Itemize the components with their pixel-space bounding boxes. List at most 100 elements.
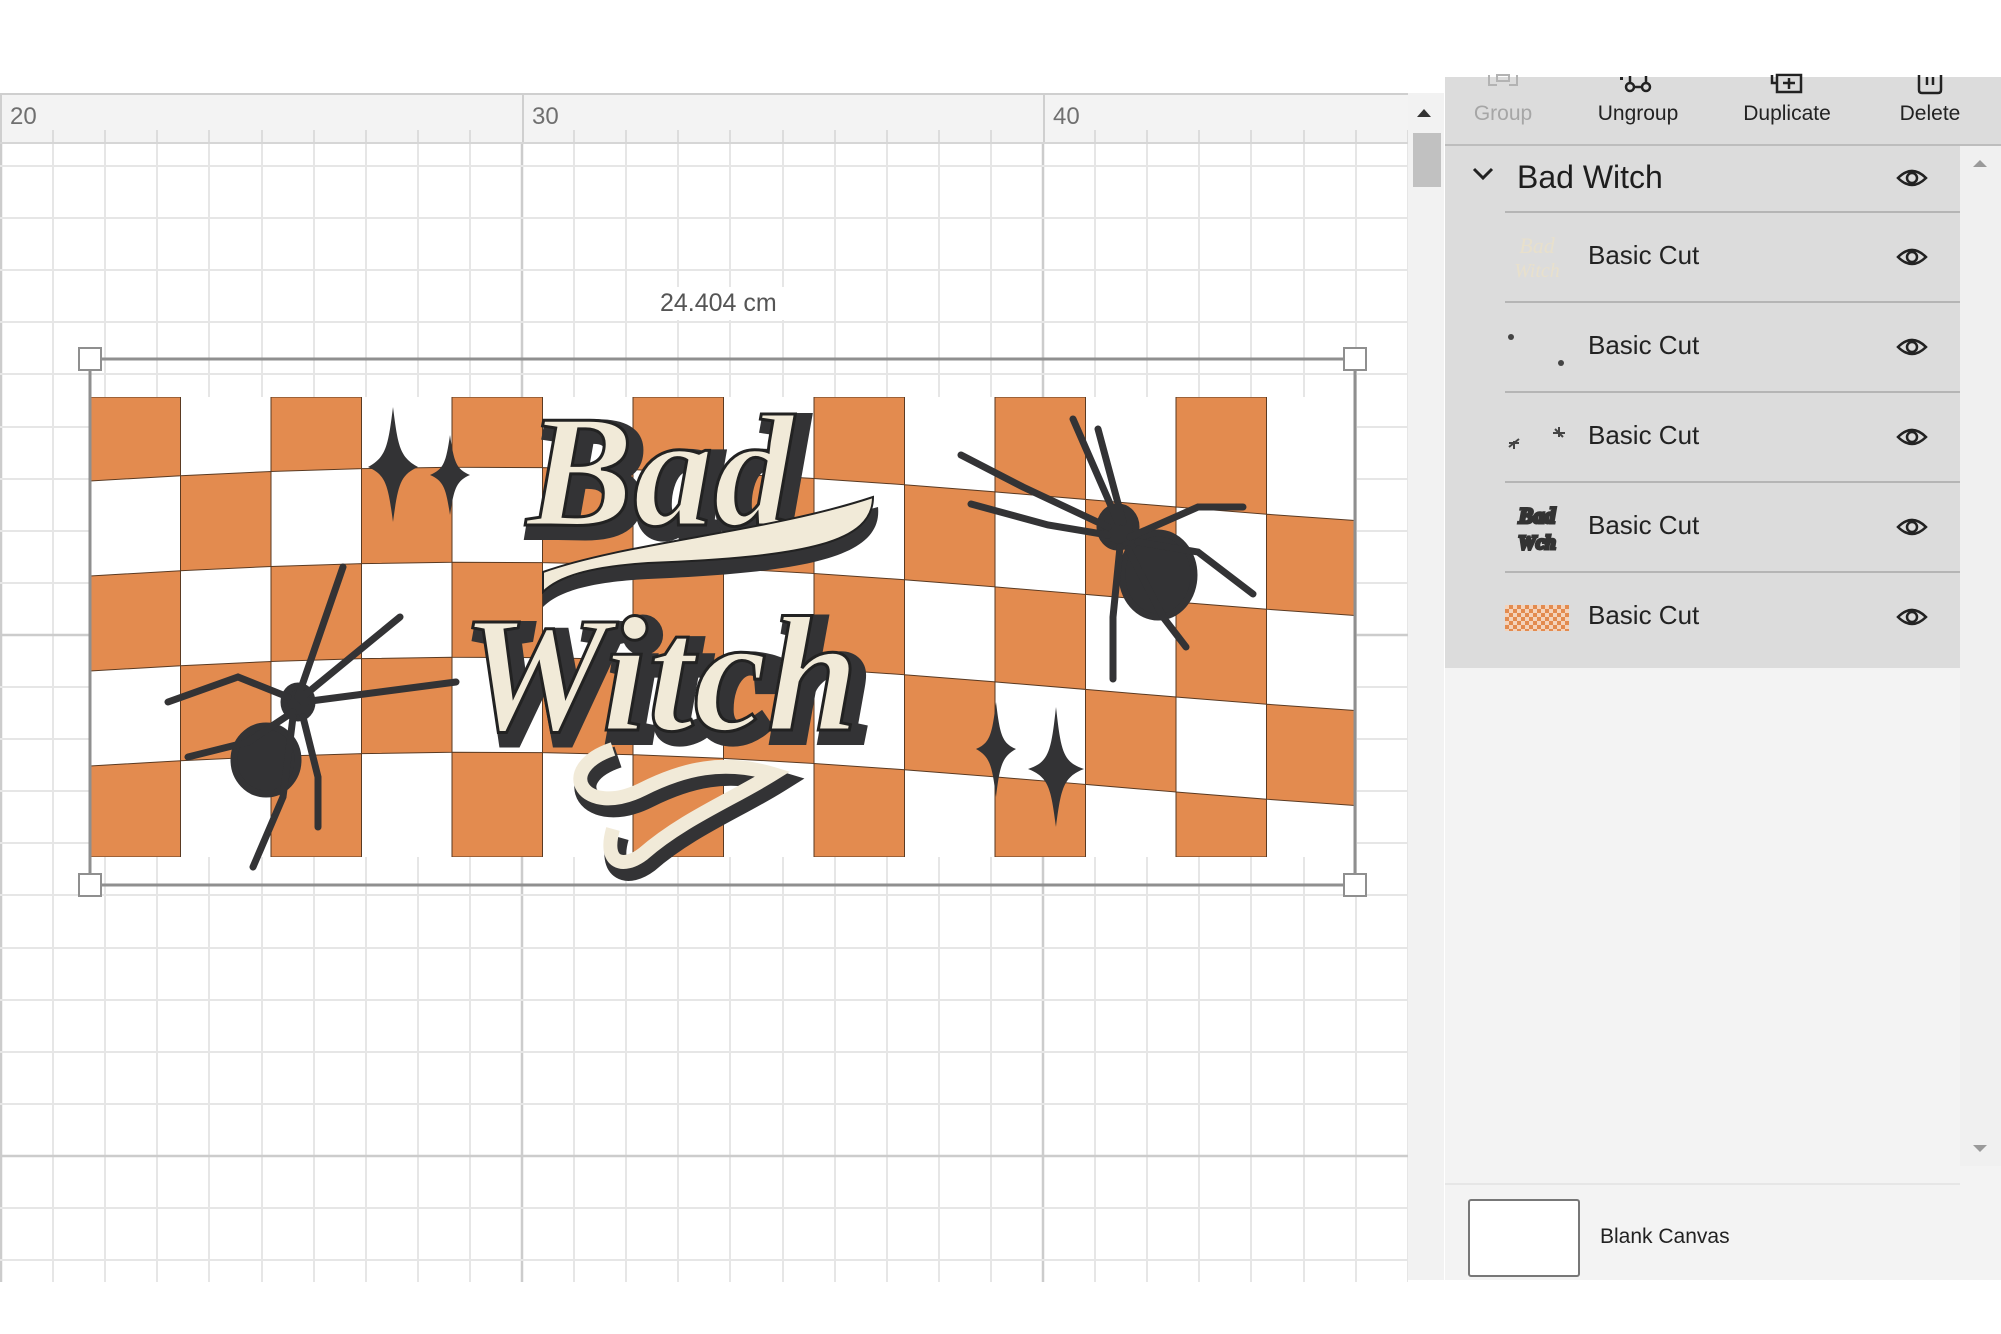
- ruler-minor-tick: [52, 130, 54, 142]
- canvas-background-selector[interactable]: Blank Canvas: [1445, 1183, 1960, 1282]
- ruler-minor-tick: [834, 130, 836, 142]
- scrollbar-thumb[interactable]: [1413, 133, 1441, 187]
- checker-square: [361, 656, 453, 755]
- checker-square: [813, 397, 905, 486]
- layer-item[interactable]: Bad Witch Basic Cut: [1505, 211, 1960, 303]
- layer-thumbnail-dark-lettering: Bad Wch: [1516, 502, 1558, 556]
- ruler-minor-tick: [677, 130, 679, 142]
- layer-item[interactable]: Basic Cut: [1505, 571, 1960, 663]
- ruler-minor-tick: [261, 130, 263, 142]
- scroll-down-arrow-icon[interactable]: [1973, 1145, 1987, 1152]
- blank-canvas-thumbnail[interactable]: [1468, 1199, 1580, 1277]
- ruler-minor-tick: [313, 130, 315, 142]
- checker-square: [994, 397, 1086, 500]
- eye-icon[interactable]: [1896, 166, 1928, 190]
- checker-square: [904, 484, 996, 588]
- ruler-minor-tick: [573, 130, 575, 142]
- ruler-minor-tick: [417, 130, 419, 142]
- checker-square: [90, 570, 181, 672]
- resize-handle-top-left[interactable]: [78, 347, 102, 371]
- ruler-minor-tick: [104, 130, 106, 142]
- resize-handle-bottom-right[interactable]: [1343, 873, 1367, 897]
- resize-handle-bottom-left[interactable]: [78, 873, 102, 897]
- ruler-label: 40: [1053, 103, 1080, 130]
- ruler-minor-tick: [1303, 130, 1305, 142]
- group-icon: [1488, 74, 1518, 86]
- svg-text:Witch: Witch: [461, 583, 858, 766]
- checker-square: [90, 760, 181, 857]
- blank-canvas-label: Blank Canvas: [1600, 1225, 1730, 1248]
- eye-icon[interactable]: [1896, 245, 1928, 269]
- layers-list: Bad Witch Bad Witch Basic Cut Basic Cut B…: [1445, 146, 1960, 668]
- checker-square: [1175, 397, 1267, 515]
- svg-text:Bad: Bad: [1519, 233, 1555, 258]
- ruler-minor-tick: [1250, 130, 1252, 142]
- layer-thumbnail-orange-checker: [1505, 605, 1569, 631]
- ruler-minor-tick: [625, 130, 627, 142]
- ruler-minor-tick: [1146, 130, 1148, 142]
- layers-panel: Group Ungroup Duplicate Delete Bad Witch…: [1445, 73, 2001, 1282]
- checker-square: [1266, 513, 1355, 616]
- layer-group-name: Bad Witch: [1517, 159, 1663, 195]
- checker-square: [1175, 791, 1267, 857]
- chevron-down-icon[interactable]: [1471, 166, 1495, 182]
- ungroup-icon: [1620, 76, 1652, 93]
- svg-text:Bad: Bad: [1518, 503, 1557, 528]
- width-dimension-label: 24.404 cm: [648, 287, 789, 320]
- ruler-minor-tick: [156, 130, 158, 142]
- checker-square: [180, 470, 272, 572]
- layers-toolbar: Group Ungroup Duplicate Delete: [1445, 73, 2001, 146]
- scroll-up-arrow-icon[interactable]: [1417, 109, 1431, 117]
- ruler-major-tick: [522, 95, 524, 142]
- eye-icon[interactable]: [1896, 605, 1928, 629]
- checker-square: [1175, 601, 1267, 705]
- ruler-major-tick: [0, 95, 2, 142]
- checker-square: [813, 762, 905, 857]
- ruler-minor-tick: [208, 130, 210, 142]
- checker-square: [1085, 688, 1177, 793]
- ruler-minor-tick: [365, 130, 367, 142]
- layer-item[interactable]: Bad Wch Basic Cut: [1505, 481, 1960, 573]
- ruler-label: 30: [532, 103, 559, 130]
- layer-thumbnail-spiders: [1508, 427, 1565, 449]
- checker-square: [90, 397, 181, 482]
- ruler-minor-tick: [1094, 130, 1096, 142]
- ungroup-button[interactable]: Ungroup: [1573, 76, 1703, 144]
- ruler-minor-tick: [886, 130, 888, 142]
- horizontal-ruler: 20 30 40: [0, 95, 1408, 144]
- layer-thumbnail-sparkles: [1508, 334, 1564, 366]
- checker-square: [994, 776, 1086, 857]
- trash-icon: [1917, 75, 1943, 95]
- checker-square: [904, 674, 996, 778]
- ruler-minor-tick: [469, 130, 471, 142]
- svg-text:Wch: Wch: [1518, 532, 1556, 554]
- ruler-minor-tick: [729, 130, 731, 142]
- layer-item[interactable]: Basic Cut: [1505, 391, 1960, 483]
- scroll-up-arrow-icon[interactable]: [1973, 160, 1987, 167]
- checker-square: [1266, 703, 1355, 806]
- duplicate-icon: [1770, 73, 1803, 94]
- duplicate-button[interactable]: Duplicate: [1721, 73, 1853, 144]
- layer-item[interactable]: Basic Cut: [1505, 301, 1960, 393]
- checker-square: [270, 397, 362, 473]
- svg-text:Witch: Witch: [1514, 260, 1560, 282]
- ruler-minor-tick: [990, 130, 992, 142]
- layer-group-bad-witch[interactable]: Bad Witch: [1445, 146, 1960, 211]
- ruler-minor-tick: [1355, 130, 1357, 142]
- checker-square: [361, 466, 453, 565]
- ruler-minor-tick: [1198, 130, 1200, 142]
- group-button[interactable]: Group: [1453, 74, 1553, 144]
- delete-button[interactable]: Delete: [1870, 75, 1990, 144]
- ruler-minor-tick: [938, 130, 940, 142]
- layer-thumbnail-cream-lettering: BadWitch: [1514, 233, 1560, 282]
- checker-square: [994, 586, 1086, 690]
- eye-icon[interactable]: [1896, 425, 1928, 449]
- layers-scrollbar[interactable]: [1960, 146, 2001, 1166]
- ruler-major-tick: [1043, 95, 1045, 142]
- eye-icon[interactable]: [1896, 515, 1928, 539]
- eye-icon[interactable]: [1896, 335, 1928, 359]
- resize-handle-top-right[interactable]: [1343, 347, 1367, 371]
- ruler-minor-tick: [782, 130, 784, 142]
- selected-design-group[interactable]: Bad Bad Witch Witch: [78, 347, 1367, 897]
- canvas-vertical-scrollbar[interactable]: [1408, 93, 1444, 1280]
